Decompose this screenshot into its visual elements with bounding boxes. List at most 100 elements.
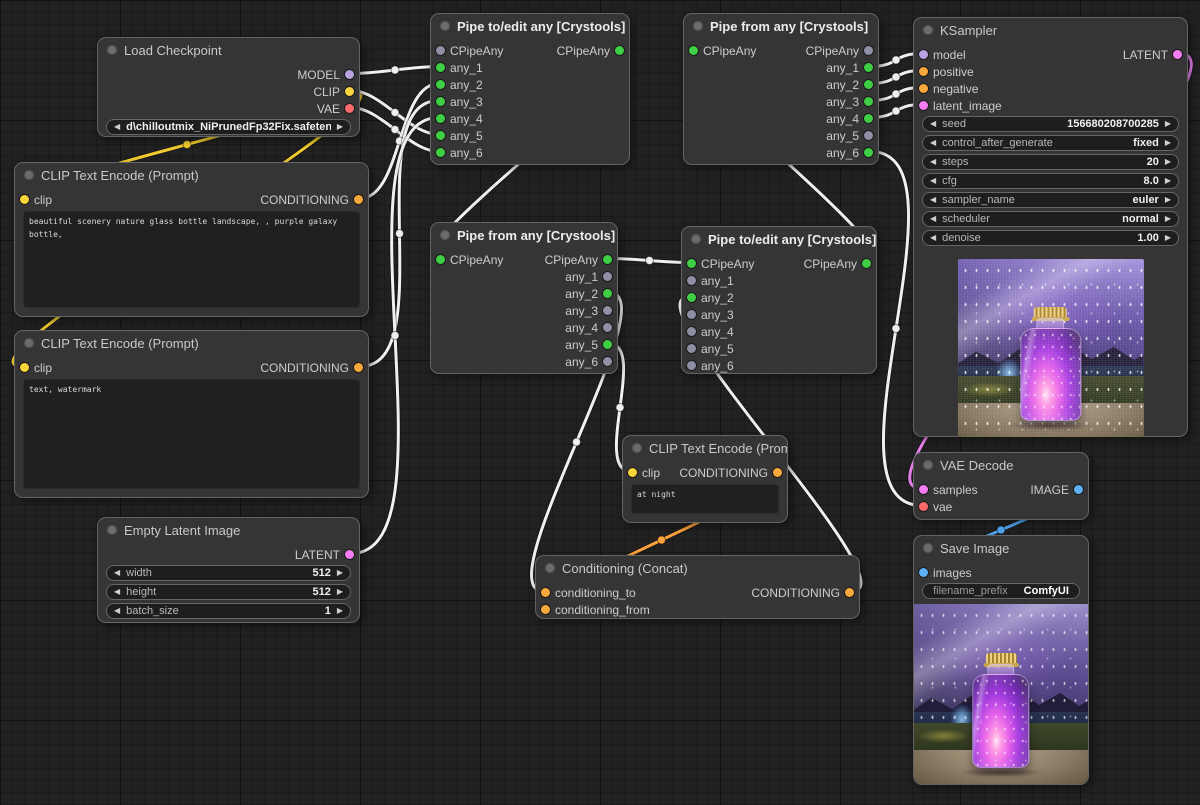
collapse-dot-icon[interactable] (107, 45, 117, 55)
output-slot[interactable]: any_4 (826, 112, 873, 126)
output-slot[interactable]: any_3 (565, 304, 612, 318)
input-port-icon[interactable] (436, 46, 445, 55)
cfg-widget[interactable]: ◀cfg8.0▶ (922, 173, 1179, 189)
node-load_checkpoint[interactable]: Load CheckpointMODELCLIPVAE◀d\chilloutmi… (97, 37, 360, 137)
input-slot[interactable]: clip (628, 466, 660, 480)
output-port-icon[interactable] (345, 550, 354, 559)
input-port-icon[interactable] (436, 80, 445, 89)
filename_prefix-widget[interactable]: filename_prefixComfyUI (922, 583, 1080, 599)
input-port-icon[interactable] (541, 605, 550, 614)
input-slot[interactable]: any_5 (687, 342, 734, 356)
input-port-icon[interactable] (919, 50, 928, 59)
collapse-dot-icon[interactable] (440, 21, 450, 31)
increment-arrow-icon[interactable]: ▶ (1165, 177, 1171, 185)
input-slot[interactable]: any_2 (687, 291, 734, 305)
decrement-arrow-icon[interactable]: ◀ (930, 234, 936, 242)
output-port-icon[interactable] (864, 114, 873, 123)
node-pipe_from_1[interactable]: Pipe from any [Crystools]CPipeAnyCPipeAn… (683, 13, 879, 165)
increment-arrow-icon[interactable]: ▶ (337, 588, 343, 596)
output-port-icon[interactable] (603, 357, 612, 366)
input-slot[interactable]: any_3 (436, 95, 483, 109)
collapse-dot-icon[interactable] (923, 543, 933, 553)
output-port-icon[interactable] (345, 104, 354, 113)
output-slot[interactable]: CPipeAny (804, 257, 871, 271)
decrement-arrow-icon[interactable]: ◀ (930, 158, 936, 166)
output-slot[interactable]: any_5 (565, 338, 612, 352)
node-pipe_to_1[interactable]: Pipe to/edit any [Crystools]CPipeAnyCPip… (430, 13, 630, 165)
input-port-icon[interactable] (919, 485, 928, 494)
output-slot[interactable]: IMAGE (1030, 483, 1083, 497)
increment-arrow-icon[interactable]: ▶ (1165, 139, 1171, 147)
collapse-dot-icon[interactable] (107, 525, 117, 535)
decrement-arrow-icon[interactable]: ◀ (930, 177, 936, 185)
input-slot[interactable]: any_4 (687, 325, 734, 339)
increment-arrow-icon[interactable]: ▶ (1165, 196, 1171, 204)
input-slot[interactable]: model (919, 48, 966, 62)
output-slot[interactable]: any_2 (565, 287, 612, 301)
output-slot[interactable]: CLIP (313, 85, 354, 99)
input-port-icon[interactable] (687, 327, 696, 336)
output-slot[interactable]: VAE (317, 102, 354, 116)
input-port-icon[interactable] (919, 84, 928, 93)
input-port-icon[interactable] (687, 344, 696, 353)
input-port-icon[interactable] (919, 67, 928, 76)
output-port-icon[interactable] (864, 80, 873, 89)
input-port-icon[interactable] (436, 255, 445, 264)
decrement-arrow-icon[interactable]: ◀ (930, 215, 936, 223)
node-clip_text_encode_3[interactable]: CLIP Text Encode (Prompt)clipCONDITIONIN… (622, 435, 788, 523)
width-widget[interactable]: ◀width512▶ (106, 565, 351, 581)
output-slot[interactable]: CONDITIONING (260, 193, 363, 207)
input-port-icon[interactable] (689, 46, 698, 55)
output-slot[interactable]: LATENT (295, 548, 354, 562)
input-port-icon[interactable] (20, 363, 29, 372)
output-port-icon[interactable] (864, 148, 873, 157)
increment-arrow-icon[interactable]: ▶ (337, 607, 343, 615)
output-port-icon[interactable] (864, 46, 873, 55)
ckpt_name-widget[interactable]: ◀d\chilloutmix_NiPrunedFp32Fix.safetenso… (106, 119, 351, 135)
prompt-text-input[interactable]: text, watermark (23, 379, 360, 489)
input-port-icon[interactable] (687, 259, 696, 268)
output-slot[interactable]: any_1 (826, 61, 873, 75)
input-slot[interactable]: conditioning_to (541, 586, 636, 600)
input-port-icon[interactable] (687, 310, 696, 319)
input-slot[interactable]: positive (919, 65, 974, 79)
input-slot[interactable]: samples (919, 483, 978, 497)
decrement-arrow-icon[interactable]: ◀ (930, 120, 936, 128)
output-port-icon[interactable] (1173, 50, 1182, 59)
collapse-dot-icon[interactable] (691, 234, 701, 244)
output-port-icon[interactable] (603, 340, 612, 349)
node-clip_text_encode_1[interactable]: CLIP Text Encode (Prompt)clipCONDITIONIN… (14, 162, 369, 317)
input-slot[interactable]: conditioning_from (541, 603, 650, 617)
prompt-text-input[interactable]: beautiful scenery nature glass bottle la… (23, 211, 360, 308)
collapse-dot-icon[interactable] (923, 460, 933, 470)
output-port-icon[interactable] (864, 97, 873, 106)
output-slot[interactable]: any_5 (826, 129, 873, 143)
node-empty_latent[interactable]: Empty Latent ImageLATENT◀width512▶◀heigh… (97, 517, 360, 623)
output-slot[interactable]: any_4 (565, 321, 612, 335)
output-port-icon[interactable] (345, 87, 354, 96)
input-port-icon[interactable] (541, 588, 550, 597)
output-slot[interactable]: any_3 (826, 95, 873, 109)
collapse-dot-icon[interactable] (923, 25, 933, 35)
input-slot[interactable]: latent_image (919, 99, 1002, 113)
input-port-icon[interactable] (436, 131, 445, 140)
input-slot[interactable]: any_6 (687, 359, 734, 373)
input-port-icon[interactable] (436, 148, 445, 157)
output-slot[interactable]: any_1 (565, 270, 612, 284)
input-slot[interactable]: CPipeAny (436, 44, 503, 58)
input-slot[interactable]: negative (919, 82, 978, 96)
input-slot[interactable]: CPipeAny (689, 44, 756, 58)
input-slot[interactable]: CPipeAny (436, 253, 503, 267)
node-vae_decode[interactable]: VAE DecodesamplesIMAGEvae (913, 452, 1089, 520)
collapse-dot-icon[interactable] (24, 170, 34, 180)
output-port-icon[interactable] (864, 131, 873, 140)
node-graph-canvas[interactable]: Load CheckpointMODELCLIPVAE◀d\chilloutmi… (0, 0, 1200, 805)
output-port-icon[interactable] (603, 255, 612, 264)
output-slot[interactable]: CPipeAny (806, 44, 873, 58)
node-ksampler[interactable]: KSamplermodelLATENTpositivenegativelaten… (913, 17, 1188, 437)
collapse-dot-icon[interactable] (545, 563, 555, 573)
collapse-dot-icon[interactable] (632, 443, 642, 453)
input-port-icon[interactable] (687, 276, 696, 285)
input-slot[interactable]: any_4 (436, 112, 483, 126)
output-slot[interactable]: any_2 (826, 78, 873, 92)
